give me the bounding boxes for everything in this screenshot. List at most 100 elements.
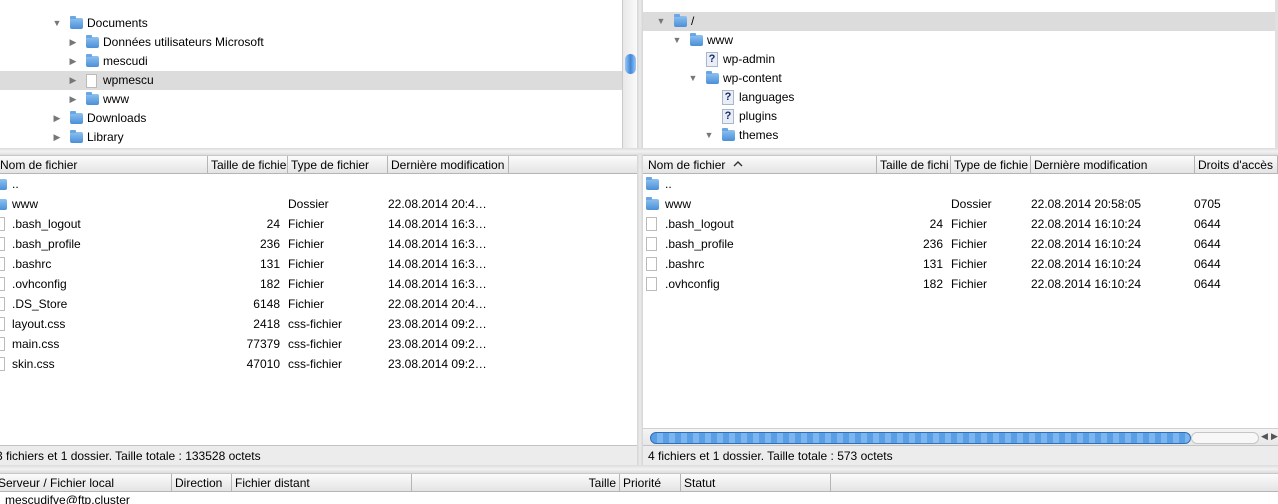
remote-tree-node-themes[interactable]: ▼ themes — [643, 126, 1275, 145]
local-col-size[interactable]: Taille de fichie — [208, 156, 288, 174]
remote-file-row[interactable]: .ovhconfig 182 Fichier 22.08.2014 16:10:24 0… — [643, 274, 1278, 294]
tree-node-label: wp-admin — [723, 52, 776, 66]
local-file-row[interactable]: layout.css 2418 css-fichier 23.08.2014 09:2… — [0, 314, 637, 334]
tree-node-label: plugins — [739, 109, 778, 123]
scroll-right-arrow-icon[interactable]: ▶ — [1271, 431, 1278, 442]
local-file-modified: 23.08.2014 09:2… — [388, 337, 487, 351]
remote-tree-node-wp-admin[interactable]: ? wp-admin — [643, 50, 1275, 69]
local-file-name: .. — [12, 177, 19, 191]
disclosure-open-icon[interactable]: ▼ — [704, 126, 714, 145]
local-col-name[interactable]: Nom de fichier — [0, 156, 208, 174]
document-icon — [646, 237, 657, 251]
disclosure-closed-icon[interactable]: ▶ — [68, 71, 78, 90]
local-file-size: 47010 — [246, 357, 280, 371]
local-file-modified: 14.08.2014 16:3… — [388, 277, 487, 291]
queue-col-priority[interactable]: Priorité — [620, 474, 681, 492]
local-tree-node-library[interactable]: ▶ Library — [0, 128, 622, 147]
folder-icon — [70, 130, 83, 143]
local-file-name: .ovhconfig — [12, 277, 67, 291]
folder-icon — [0, 199, 7, 210]
disclosure-open-icon[interactable]: ▼ — [688, 69, 698, 88]
disclosure-closed-icon[interactable]: ▶ — [52, 128, 62, 147]
remote-directory-tree[interactable]: ▼ / ▼ www? wp-admin ▼ wp-content? languages? plu… — [643, 0, 1275, 148]
local-file-name: .DS_Store — [12, 297, 68, 311]
remote-file-row[interactable]: .. — [643, 174, 1278, 194]
tree-node-label: www — [707, 33, 733, 47]
local-file-row[interactable]: .bash_profile 236 Fichier 14.08.2014 16:3… — [0, 234, 637, 254]
queue-row[interactable]: mescudifve@ftp.cluster — [0, 492, 1278, 504]
disclosure-open-icon[interactable]: ▼ — [52, 14, 62, 33]
local-file-type: Fichier — [288, 277, 325, 291]
local-file-row[interactable]: .. — [0, 174, 637, 194]
remote-file-modified: 22.08.2014 16:10:24 — [1031, 257, 1142, 271]
local-tree-node-www[interactable]: ▶ www — [0, 90, 622, 109]
local-file-row[interactable]: .ovhconfig 182 Fichier 14.08.2014 16:3… — [0, 274, 637, 294]
queue-col-remote[interactable]: Fichier distant — [232, 474, 412, 492]
local-file-modified: 22.08.2014 20:4… — [388, 197, 487, 211]
remote-file-row[interactable]: .bash_logout 24 Fichier 22.08.2014 16:10:24… — [643, 214, 1278, 234]
local-file-size: 182 — [259, 277, 280, 291]
remote-file-row[interactable]: .bashrc 131 Fichier 22.08.2014 16:10:24 0644 — [643, 254, 1278, 274]
scroll-left-arrow-icon[interactable]: ◀ — [1261, 431, 1268, 442]
local-tree-node-donn-es-utilisateurs-microsoft[interactable]: ▶ Données utilisateurs Microsoft — [0, 33, 622, 52]
local-file-row[interactable]: .bashrc 131 Fichier 14.08.2014 16:3… — [0, 254, 637, 274]
remote-hscroll-thumb[interactable] — [650, 432, 1191, 444]
local-file-modified: 23.08.2014 09:2… — [388, 357, 487, 371]
remote-file-size — [877, 174, 943, 194]
remote-tree-node-languages[interactable]: ? languages — [643, 88, 1275, 107]
local-tree-node-documents[interactable]: ▼ Documents — [0, 14, 622, 33]
queue-splitter[interactable] — [0, 465, 1278, 473]
remote-file-perms: 0644 — [1194, 277, 1221, 291]
remote-col-type[interactable]: Type de fichie — [951, 156, 1031, 174]
folder-icon — [86, 54, 99, 67]
local-tree-node-mescudi[interactable]: ▶ mescudi — [0, 52, 622, 71]
disclosure-open-icon[interactable]: ▼ — [656, 12, 666, 31]
disclosure-closed-icon[interactable]: ▶ — [52, 109, 62, 128]
queue-col-direction[interactable]: Direction — [172, 474, 232, 492]
local-file-list[interactable]: .. www Dossier 22.08.2014 20:4… .bash_logout… — [0, 174, 637, 446]
local-file-row[interactable]: www Dossier 22.08.2014 20:4… — [0, 194, 637, 214]
remote-file-row[interactable]: www Dossier 22.08.2014 20:58:05 0705 — [643, 194, 1278, 214]
local-file-name: .bash_profile — [12, 237, 81, 251]
remote-tree-node-www[interactable]: ▼ www — [643, 31, 1275, 50]
local-file-name: www — [12, 197, 38, 211]
local-file-row[interactable]: .DS_Store 6148 Fichier 22.08.2014 20:4… — [0, 294, 637, 314]
local-file-modified: 23.08.2014 09:2… — [388, 317, 487, 331]
remote-file-row[interactable]: .bash_profile 236 Fichier 22.08.2014 16:10:… — [643, 234, 1278, 254]
local-file-row[interactable]: main.css 77379 css-fichier 23.08.2014 09:2… — [0, 334, 637, 354]
remote-file-hscrollbar[interactable]: ◀ ▶ — [643, 428, 1278, 446]
queue-col-server[interactable]: Serveur / Fichier local — [0, 474, 172, 492]
remote-col-perms[interactable]: Droits d'accès — [1195, 156, 1278, 174]
local-tree-scrollbar[interactable] — [622, 0, 637, 148]
local-directory-tree[interactable]: ▼ Documents ▶ Données utilisateurs Microsof… — [0, 0, 622, 148]
disclosure-open-icon[interactable]: ▼ — [672, 31, 682, 50]
remote-file-list[interactable]: .. www Dossier 22.08.2014 20:58:05 0705 .bash… — [643, 174, 1278, 428]
disclosure-closed-icon[interactable]: ▶ — [68, 90, 78, 109]
local-file-row[interactable]: skin.css 47010 css-fichier 23.08.2014 09:2… — [0, 354, 637, 374]
remote-col-modified[interactable]: Dernière modification — [1031, 156, 1195, 174]
queue-col-status[interactable]: Statut — [681, 474, 831, 492]
local-file-name: .bashrc — [12, 257, 52, 271]
horizontal-splitter[interactable] — [0, 148, 1278, 155]
disclosure-closed-icon[interactable]: ▶ — [68, 52, 78, 71]
local-file-size: 2418 — [253, 317, 280, 331]
remote-tree-node-wp-content[interactable]: ▼ wp-content — [643, 69, 1275, 88]
disclosure-closed-icon[interactable]: ▶ — [68, 33, 78, 52]
document-icon — [0, 217, 5, 231]
local-col-type[interactable]: Type de fichier — [288, 156, 388, 174]
tree-node-label: Downloads — [87, 111, 147, 125]
remote-file-size — [877, 194, 943, 214]
queue-header: Serveur / Fichier local Direction Fichie… — [0, 473, 1278, 492]
remote-col-name[interactable]: Nom de fichier — [643, 156, 877, 174]
local-file-row[interactable]: .bash_logout 24 Fichier 14.08.2014 16:3… — [0, 214, 637, 234]
local-tree-node-wpmescu[interactable]: ▶ wpmescu — [0, 71, 622, 90]
remote-tree-node-parent[interactable]: ▼ / — [643, 12, 1275, 31]
queue-col-size[interactable]: Taille — [412, 474, 620, 492]
remote-file-name: .bash_logout — [665, 217, 734, 231]
document-icon — [0, 357, 5, 371]
remote-tree-node-plugins[interactable]: ? plugins — [643, 107, 1275, 126]
remote-col-size[interactable]: Taille de fichi — [877, 156, 951, 174]
local-tree-node-downloads[interactable]: ▶ Downloads — [0, 109, 622, 128]
local-col-modified[interactable]: Dernière modification — [388, 156, 509, 174]
local-tree-scroll-thumb[interactable] — [625, 54, 636, 74]
